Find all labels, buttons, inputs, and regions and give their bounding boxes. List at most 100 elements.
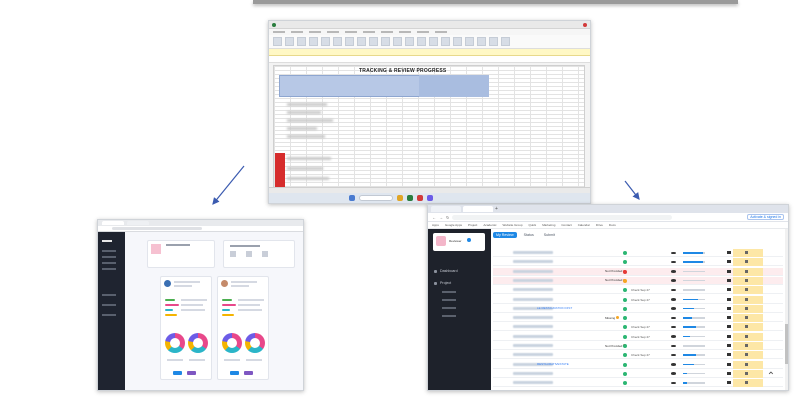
view-button[interactable]	[230, 371, 239, 375]
bookmark-item[interactable]: Google Apps	[445, 223, 462, 227]
megaphone-icon[interactable]	[727, 306, 731, 310]
eye-icon[interactable]	[671, 288, 676, 292]
table-row[interactable]: Not Provided	[493, 267, 783, 276]
megaphone-icon[interactable]	[727, 325, 731, 329]
bookmark-item[interactable]: Quick	[529, 223, 537, 227]
megaphone-icon[interactable]	[727, 297, 731, 301]
table-row[interactable]: Check Sep 27	[493, 351, 783, 360]
action-icon[interactable]	[745, 288, 748, 292]
eye-icon[interactable]	[671, 363, 676, 366]
tab-submit[interactable]: Submit	[541, 232, 558, 238]
chevron-up-icon[interactable]: ⌃	[764, 370, 778, 384]
megaphone-icon[interactable]	[727, 316, 731, 320]
table-row[interactable]: Check Sep 27	[493, 332, 783, 341]
megaphone-icon[interactable]	[727, 334, 731, 338]
megaphone-icon[interactable]	[727, 251, 731, 254]
table-row[interactable]: Missing	[493, 314, 783, 323]
table-row[interactable]	[493, 249, 783, 257]
spreadsheet-ribbon[interactable]	[269, 35, 590, 49]
eye-icon[interactable]	[671, 381, 676, 385]
bookmarks-bar[interactable]: Apps Google Apps Project Academic Website Gr…	[428, 222, 788, 229]
action-icon[interactable]	[745, 381, 748, 385]
action-icon[interactable]	[745, 353, 748, 357]
tab-status[interactable]: Status	[521, 232, 537, 238]
megaphone-icon[interactable]	[727, 344, 731, 347]
forward-icon[interactable]: →	[439, 215, 443, 220]
taskbar-search[interactable]	[359, 195, 393, 201]
bookmark-item[interactable]: Apps	[432, 223, 439, 227]
windows-start-icon[interactable]	[349, 195, 355, 201]
bookmark-item[interactable]: Marketing	[542, 223, 555, 227]
eye-icon[interactable]	[671, 372, 676, 375]
edit-button[interactable]	[187, 371, 196, 375]
edit-button[interactable]	[244, 371, 253, 375]
review-tabs[interactable]: My Review Status Submit	[493, 232, 558, 238]
project-link[interactable]: RESTAURATIVESTATE	[537, 362, 569, 366]
megaphone-icon[interactable]	[727, 288, 731, 292]
bookmark-item[interactable]: Contact	[561, 223, 571, 227]
windows-taskbar[interactable]	[269, 193, 590, 203]
sidebar-item-dashboard[interactable]: Dashboard	[434, 269, 458, 273]
table-row[interactable]	[493, 379, 783, 388]
table-row[interactable]	[493, 369, 783, 378]
table-row[interactable]	[493, 258, 783, 267]
new-tab-icon[interactable]: +	[495, 206, 498, 212]
eye-icon[interactable]	[671, 316, 676, 320]
user-card[interactable]: Reviewer	[433, 233, 485, 251]
megaphone-icon[interactable]	[727, 269, 731, 273]
dashboard-sidebar[interactable]	[98, 232, 125, 390]
back-icon[interactable]: ←	[432, 215, 436, 220]
bookmark-item[interactable]: Project	[468, 223, 477, 227]
action-icon[interactable]	[745, 251, 748, 254]
action-icon[interactable]	[745, 297, 748, 301]
browser-tabbar[interactable]: +	[428, 205, 788, 213]
table-row[interactable]: LE RESTAURATION DIST	[493, 304, 783, 313]
bookmark-item[interactable]: Website Group	[503, 223, 523, 227]
table-row[interactable]: Check Sep 27	[493, 323, 783, 332]
eye-icon[interactable]	[671, 279, 676, 282]
megaphone-icon[interactable]	[727, 353, 731, 357]
table-row[interactable]: Not Provided	[493, 342, 783, 350]
close-icon[interactable]	[576, 23, 580, 27]
scrollbar[interactable]	[785, 229, 788, 390]
table-row[interactable]: Check Sep 27	[493, 295, 783, 304]
formula-bar[interactable]	[269, 56, 590, 63]
eye-icon[interactable]	[671, 344, 676, 347]
megaphone-icon[interactable]	[727, 362, 731, 366]
eye-icon[interactable]	[671, 298, 676, 301]
eye-icon[interactable]	[671, 251, 676, 254]
eye-icon[interactable]	[671, 307, 676, 310]
action-icon[interactable]	[745, 306, 748, 310]
browser-tab-active[interactable]	[463, 206, 493, 212]
action-icon[interactable]	[745, 325, 748, 329]
action-icon[interactable]	[745, 371, 748, 375]
browser-tab[interactable]	[431, 206, 461, 212]
megaphone-icon[interactable]	[727, 278, 731, 282]
profile-button[interactable]: Activate & signed in	[747, 214, 784, 220]
eye-icon[interactable]	[671, 353, 676, 357]
table-row[interactable]: Check Sep 27	[493, 286, 783, 295]
sidebar-item-project[interactable]: Project	[434, 281, 451, 285]
action-icon[interactable]	[745, 316, 748, 320]
eye-icon[interactable]	[671, 325, 676, 329]
eye-icon[interactable]	[671, 260, 676, 264]
bookmark-item[interactable]: Academic	[483, 223, 496, 227]
tab-my-review[interactable]: My Review	[493, 232, 517, 238]
browser-urlbar[interactable]: ← → ↻ Activate & signed in	[428, 213, 788, 222]
megaphone-icon[interactable]	[727, 371, 731, 375]
megaphone-icon[interactable]	[727, 260, 731, 264]
action-icon[interactable]	[745, 260, 748, 264]
view-button[interactable]	[173, 371, 182, 375]
project-link[interactable]: LE RESTAURATION DIST	[537, 306, 572, 310]
bookmark-item[interactable]: Drive	[596, 223, 603, 227]
action-icon[interactable]	[745, 334, 748, 338]
eye-icon[interactable]	[671, 335, 676, 338]
table-row[interactable]: Not Provided	[493, 276, 783, 285]
reload-icon[interactable]: ↻	[446, 215, 449, 220]
action-icon[interactable]	[745, 269, 748, 273]
action-icon[interactable]	[745, 278, 748, 282]
eye-icon[interactable]	[671, 270, 676, 273]
bookmark-item[interactable]: Calendar	[578, 223, 590, 227]
address-field[interactable]	[452, 214, 673, 220]
action-icon[interactable]	[745, 344, 748, 347]
